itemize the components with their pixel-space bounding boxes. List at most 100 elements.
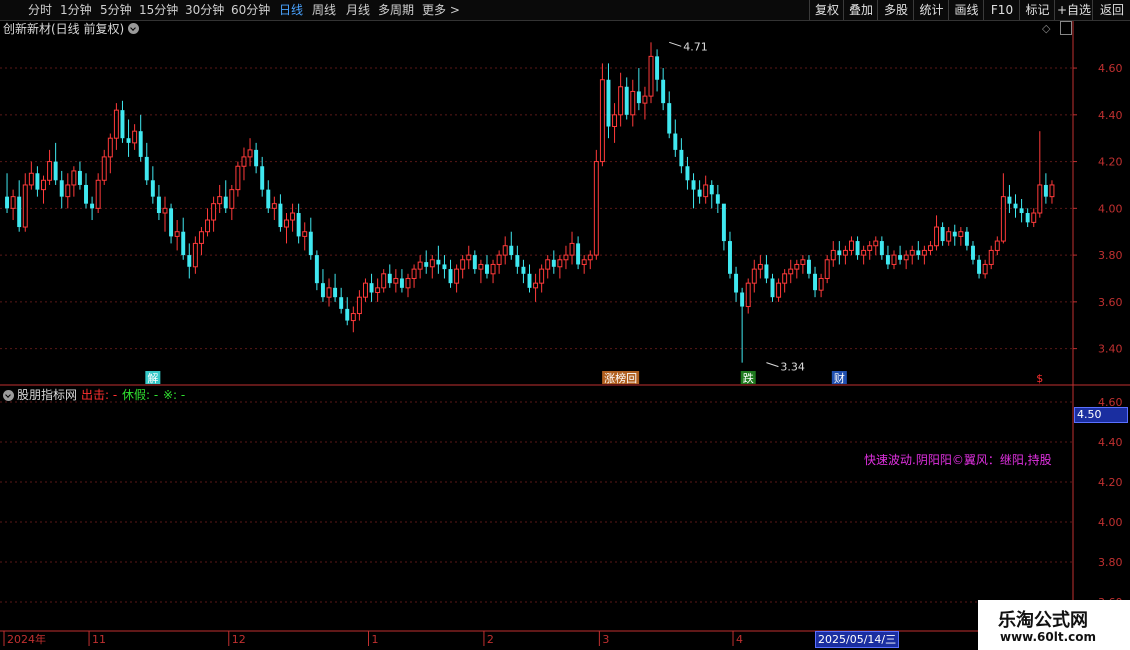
y-tick-label: 4.60 xyxy=(1098,62,1123,75)
annotation-leader xyxy=(766,362,779,368)
candle-body xyxy=(636,91,641,104)
candle-body xyxy=(527,273,532,288)
y-tick-label: 3.40 xyxy=(1098,343,1123,356)
candle-body xyxy=(927,245,933,251)
candle-body xyxy=(95,179,101,209)
candle-body xyxy=(861,249,867,256)
candle-body xyxy=(162,207,168,214)
candle-body xyxy=(84,184,88,204)
candle-body xyxy=(788,268,794,275)
candle-body xyxy=(898,255,903,260)
candle-body xyxy=(1037,184,1043,214)
date-label: 2024年 xyxy=(7,632,46,646)
indicator-y-tick-label: 4.20 xyxy=(1098,476,1123,489)
candle-body xyxy=(916,250,921,256)
candle-body xyxy=(320,283,325,298)
candle-body xyxy=(982,263,988,275)
annotation-label: 4.71 xyxy=(683,40,708,53)
candle-body xyxy=(28,172,34,186)
annotation-label: 3.34 xyxy=(780,361,805,374)
candle-body xyxy=(521,266,526,274)
candle-body xyxy=(1007,196,1012,204)
candle-body xyxy=(290,212,296,221)
candle-body xyxy=(502,245,508,256)
event-marker: $ xyxy=(1036,372,1043,385)
candle-body xyxy=(271,203,277,209)
candle-body xyxy=(709,184,714,195)
candle-body xyxy=(138,131,143,157)
candle-body xyxy=(187,255,192,267)
candle-body xyxy=(369,283,374,293)
candle-body xyxy=(490,263,496,275)
candle-body xyxy=(837,250,842,256)
candle-body xyxy=(156,196,161,214)
candle-body xyxy=(53,161,58,181)
candle-body xyxy=(345,308,350,321)
candle-body xyxy=(424,262,429,267)
date-label: 4 xyxy=(736,633,743,646)
candle-body xyxy=(873,240,879,247)
candle-body xyxy=(181,231,186,256)
candle-body xyxy=(71,170,77,186)
candle-body xyxy=(1019,208,1024,214)
candle-body xyxy=(776,282,782,298)
candle-body xyxy=(254,149,259,167)
candle-body xyxy=(296,213,301,237)
candle-body xyxy=(576,243,581,265)
candle-body xyxy=(326,287,332,298)
candle-body xyxy=(77,170,82,185)
candle-body xyxy=(849,240,854,251)
candle-body xyxy=(557,259,563,268)
candle-body xyxy=(126,138,131,143)
candle-body xyxy=(260,166,265,190)
candle-body xyxy=(436,259,441,265)
candle-body xyxy=(1013,203,1018,209)
candle-body xyxy=(113,109,119,139)
candle-body xyxy=(800,259,806,265)
candle-body xyxy=(174,231,180,237)
candle-body xyxy=(241,156,247,167)
candle-body xyxy=(988,249,994,265)
candle-body xyxy=(751,268,757,284)
candle-body xyxy=(879,241,884,256)
candle-body xyxy=(496,254,502,265)
event-marker: 解 xyxy=(147,371,158,385)
candle-body xyxy=(994,240,1000,251)
candle-body xyxy=(247,149,253,158)
candle-body xyxy=(587,254,593,261)
candle-body xyxy=(333,287,338,298)
candle-body xyxy=(551,259,556,267)
candle-body xyxy=(867,245,873,251)
candle-body xyxy=(813,273,818,291)
candle-body xyxy=(350,313,356,322)
candle-body xyxy=(387,273,392,284)
candle-body xyxy=(1031,212,1037,223)
watermark-url: www.60lt.com xyxy=(1000,630,1097,644)
candle-body xyxy=(618,86,624,116)
candle-body xyxy=(478,263,484,270)
candle-body xyxy=(794,263,800,270)
candle-body xyxy=(1049,184,1055,198)
candle-body xyxy=(417,261,423,270)
candle-body xyxy=(940,227,945,242)
y-tick-label: 4.20 xyxy=(1098,156,1123,169)
candle-body xyxy=(381,273,387,289)
candle-body xyxy=(1025,213,1030,223)
candle-body xyxy=(764,264,769,279)
event-marker: 跌 xyxy=(743,371,754,385)
candle-body xyxy=(65,184,71,198)
candle-body xyxy=(10,196,16,209)
candle-body xyxy=(509,245,514,256)
event-marker: 涨榜回 xyxy=(604,371,637,385)
candle-body xyxy=(569,242,575,256)
candle-body xyxy=(533,282,539,289)
candle-body xyxy=(679,149,684,167)
candle-body xyxy=(958,231,964,237)
candle-body xyxy=(885,255,890,265)
candle-body xyxy=(697,189,702,197)
candle-body xyxy=(1043,184,1048,197)
candle-body xyxy=(806,259,811,274)
candle-body xyxy=(35,173,40,190)
candle-body xyxy=(472,255,477,270)
date-label: 1 xyxy=(372,633,379,646)
